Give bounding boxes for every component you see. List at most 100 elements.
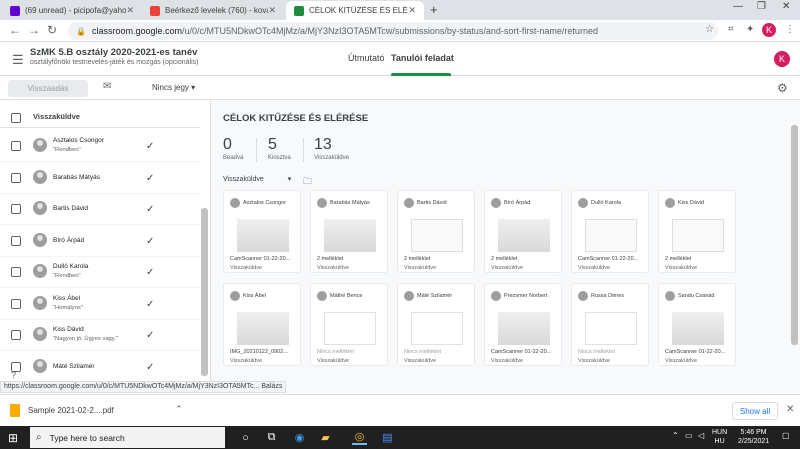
student-checkbox[interactable]	[11, 141, 21, 151]
submission-card[interactable]: Barabás Mátyás 2 melléklet Visszaküldve	[310, 190, 388, 273]
help-icon[interactable]: ?	[11, 370, 16, 380]
settings-gear-icon[interactable]: ⚙	[777, 81, 788, 95]
tab-student-work[interactable]: Tanulói feladat	[391, 53, 454, 63]
close-tab-icon[interactable]: ✕	[408, 5, 416, 16]
chevron-up-icon[interactable]: ⌃	[175, 404, 183, 415]
url-input[interactable]: 🔒 classroom.google.com/u/0/c/MTU5NDkwOTc…	[68, 22, 718, 40]
close-tab-icon[interactable]: ✕	[126, 5, 134, 16]
student-checkbox[interactable]	[11, 235, 21, 246]
attachment-thumbnail[interactable]	[585, 312, 637, 345]
stat-turned-in[interactable]: 0 Beadva	[223, 136, 243, 161]
stat-assigned[interactable]: 5 Kiosztva	[268, 136, 291, 161]
browser-tab-gmail[interactable]: Beérkező levelek (760) - kovacs. ✕	[142, 1, 284, 20]
star-icon[interactable]: ☆	[705, 24, 714, 35]
show-hidden-icons-chevron-icon[interactable]: ⌃	[672, 431, 679, 440]
browser-tab-classroom[interactable]: CÉLOK KITŰZÉSE ÉS ELÉRÉSE ✕	[286, 1, 424, 20]
file-explorer-icon[interactable]: ▰	[318, 430, 333, 445]
browser-tab-yahoo[interactable]: (69 unread) - picipofa@yahoo.co ✕	[2, 1, 142, 20]
browser-profile-avatar[interactable]: K	[762, 23, 776, 37]
stat-returned[interactable]: 13 Visszaküldve	[314, 136, 349, 161]
windows-start-icon[interactable]: ⊞	[8, 431, 18, 445]
submission-card[interactable]: Kiss Dávid 2 melléklet Visszaküldve	[658, 190, 736, 273]
minimize-icon[interactable]: —	[733, 1, 743, 12]
class-subtitle: osztályfőnöki testnevelés-játék és mozgá…	[30, 59, 199, 66]
submission-card[interactable]: Máté Szilamér Nincs melléklet Visszaküldve	[397, 283, 475, 366]
browser-menu-icon[interactable]: ⋮	[785, 24, 795, 35]
attachment-thumbnail[interactable]	[498, 219, 550, 252]
attachment-thumbnail[interactable]	[672, 312, 724, 345]
student-row[interactable]: Barabás Mátyás ✓	[0, 163, 200, 194]
main-menu-icon[interactable]: ☰	[12, 52, 24, 68]
back-icon[interactable]: ←	[9, 23, 21, 37]
submission-card[interactable]: Sandu Csanád CamScanner 01-22-20... Vissza…	[658, 283, 736, 366]
volume-icon[interactable]: ◁	[698, 431, 704, 440]
submission-card[interactable]: Máthé Bence Nincs melléklet Visszaküldve	[310, 283, 388, 366]
task-view-icon[interactable]: ⧉	[264, 430, 279, 445]
url-host: classroom.google.com	[91, 26, 183, 36]
account-avatar[interactable]: K	[774, 51, 790, 67]
submission-card[interactable]: Prezsmer Norbert CamScanner 01-22-20... Vi…	[484, 283, 562, 366]
chrome-icon[interactable]: ◎	[352, 430, 367, 445]
attachment-thumbnail[interactable]	[324, 312, 376, 345]
attachment-thumbnail[interactable]	[324, 219, 376, 252]
tab-instructions[interactable]: Útmutató	[348, 53, 385, 63]
student-list-scrollbar[interactable]	[201, 208, 208, 376]
student-row[interactable]: Bíró Árpád ✓	[0, 226, 200, 257]
clock[interactable]: 5:46 PM 2/25/2021	[738, 428, 769, 446]
download-item[interactable]: Sample 2021-02-2....pdf	[28, 406, 114, 415]
student-row[interactable]: Asztalos Csongor "Rendben" ✓	[0, 131, 200, 162]
close-window-icon[interactable]: ✕	[782, 1, 790, 12]
student-row[interactable]: Kiss Ábel "Homályos" ✓	[0, 289, 200, 320]
student-row[interactable]: Bartis Dávid ✓	[0, 194, 200, 225]
attachment-thumbnail[interactable]	[237, 219, 289, 252]
student-checkbox[interactable]	[11, 172, 21, 183]
email-icon[interactable]: ✉	[103, 81, 111, 92]
status-filter-dropdown[interactable]: Visszaküldve ▾	[223, 175, 291, 183]
student-checkbox[interactable]	[11, 330, 21, 340]
attachment-thumbnail[interactable]	[411, 312, 463, 345]
input-language[interactable]: HUN HU	[712, 428, 727, 446]
assignment-panel: CÉLOK KITŰZÉSE ÉS ELÉRÉSE 0 Beadva 5 Kio…	[210, 100, 800, 393]
attachment-thumbnail[interactable]	[237, 312, 289, 345]
submission-card[interactable]: Dulló Karola CamScanner 01-22-20... Vissza…	[571, 190, 649, 273]
new-tab-button[interactable]: +	[430, 2, 438, 17]
word-document-icon[interactable]: ▤	[380, 430, 395, 445]
extensions-icon[interactable]: ✦	[746, 24, 754, 35]
cortana-icon[interactable]: ○	[238, 430, 253, 445]
close-tab-icon[interactable]: ✕	[268, 5, 276, 16]
student-checkbox[interactable]	[11, 204, 21, 214]
student-row[interactable]: Kiss Dávid "Nagyon jó. Ügyes vagy." ✓	[0, 320, 200, 351]
show-all-button[interactable]: Show all	[732, 402, 778, 420]
student-checkbox[interactable]	[11, 298, 21, 309]
submission-card[interactable]: Bíró Árpád 2 melléklet Visszaküldve	[484, 190, 562, 273]
assignment-scrollbar[interactable]	[791, 125, 798, 345]
notifications-icon[interactable]: ▢	[782, 431, 790, 440]
student-row[interactable]: Dulló Karola "Rendben" ✓	[0, 257, 200, 288]
forward-icon[interactable]: →	[28, 23, 40, 37]
edge-icon[interactable]: ◉	[292, 430, 307, 445]
submission-card[interactable]: Russa Dénes Nincs melléklet Visszaküldve	[571, 283, 649, 366]
select-all-checkbox[interactable]	[11, 113, 21, 123]
chevron-down-icon: ▾	[287, 176, 292, 183]
grade-dropdown[interactable]: Nincs jegy ▾	[152, 83, 195, 92]
folder-icon[interactable]: 🗀	[303, 174, 312, 190]
attachment-thumbnail[interactable]	[498, 312, 550, 345]
student-row[interactable]: Máté Szilamér ✓	[0, 352, 200, 379]
attachment-thumbnail[interactable]	[585, 219, 637, 252]
translate-icon[interactable]: ⌗	[728, 24, 734, 35]
status-url-tooltip: https://classroom.google.com/u/0/c/MTU5N…	[0, 381, 287, 393]
attachment-thumbnail[interactable]	[672, 219, 724, 252]
reload-icon[interactable]: ↻	[47, 23, 57, 37]
attachment-thumbnail[interactable]	[411, 219, 463, 252]
student-avatar	[33, 358, 47, 373]
submission-card[interactable]: Kiss Ábel IMG_20210122_0902... Visszaküldv…	[223, 283, 301, 366]
taskbar-search-box[interactable]: ⌕ Type here to search	[30, 427, 225, 448]
submission-card[interactable]: Bartis Dávid 2 melléklet Visszaküldve	[397, 190, 475, 273]
network-icon[interactable]: ▭	[685, 431, 693, 440]
class-title[interactable]: SzMK 5.B osztály 2020-2021-es tanév	[30, 47, 197, 58]
return-button[interactable]: Visszaadás	[8, 80, 88, 97]
submission-card[interactable]: Asztalos Csongor CamScanner 01-22-20... Vi…	[223, 190, 301, 273]
maximize-icon[interactable]: ❐	[757, 1, 766, 12]
close-icon[interactable]: ✕	[786, 404, 794, 415]
student-checkbox[interactable]	[11, 267, 21, 277]
